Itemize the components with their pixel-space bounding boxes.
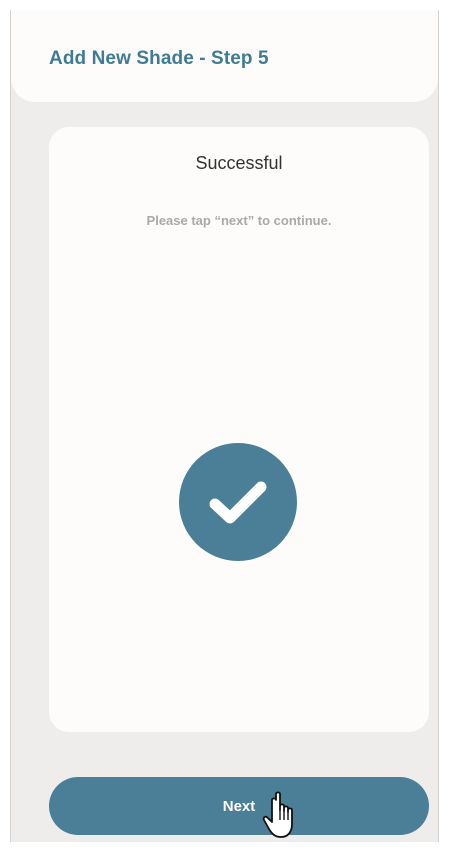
next-button[interactable]: Next [49, 777, 429, 835]
page-title: Add New Shade - Step 5 [49, 48, 269, 69]
checkmark-icon [209, 481, 267, 524]
status-card: Successful Please tap “next” to continue… [49, 127, 429, 732]
header-bar: Add New Shade - Step 5 [11, 10, 438, 102]
instruction-text: Please tap “next” to continue. [146, 213, 332, 228]
hand-pointer-icon [262, 791, 293, 838]
status-title: Successful [195, 153, 283, 173]
checkmark-circle-icon [179, 443, 297, 561]
app-screen: Add New Shade - Step 5 Successful Please… [10, 10, 439, 842]
